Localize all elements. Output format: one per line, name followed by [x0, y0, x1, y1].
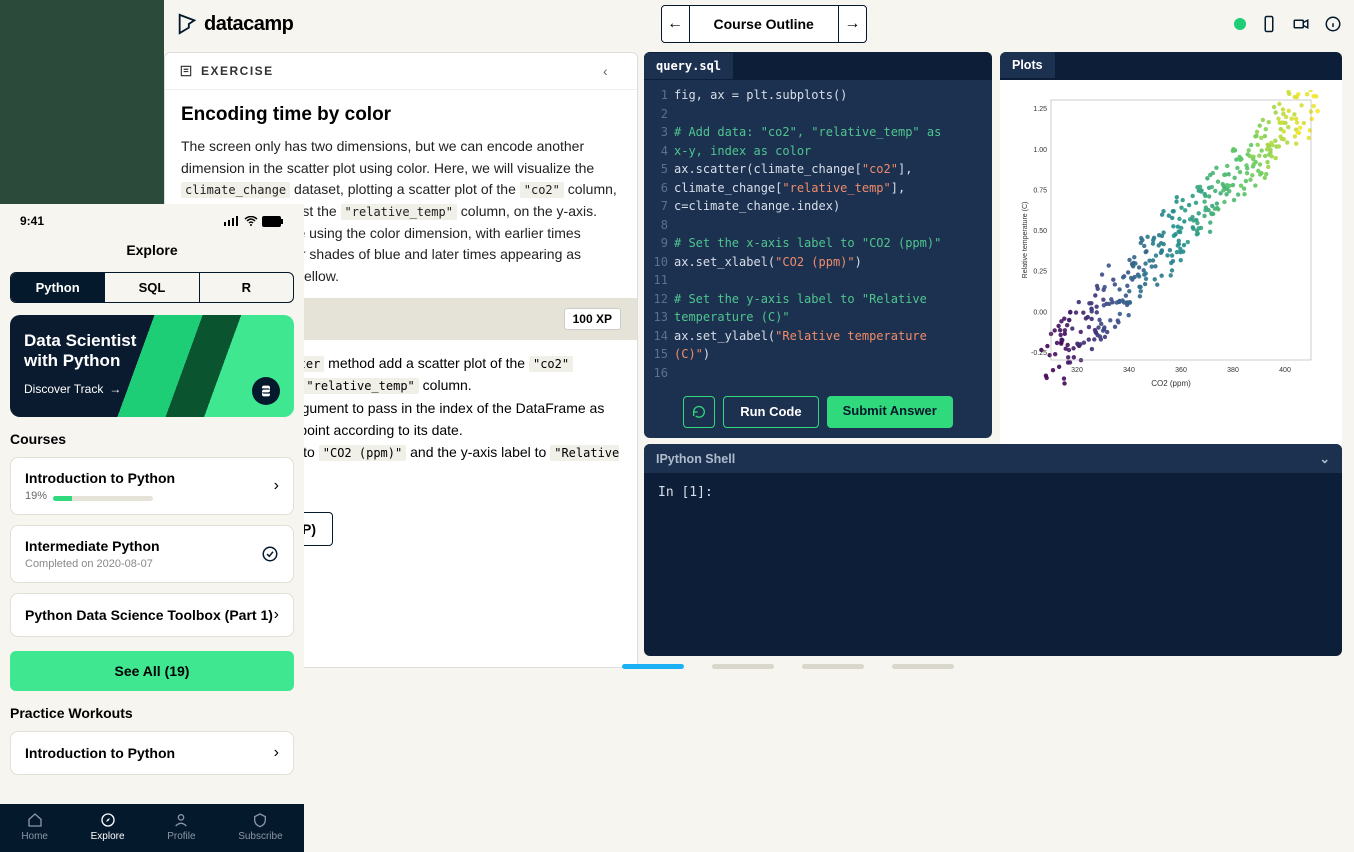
- topbar: datacamp ← Course Outline →: [164, 0, 1354, 48]
- course-card[interactable]: Introduction to Python19%›: [10, 457, 294, 515]
- shell-header: IPython Shell ⌄: [644, 444, 1342, 473]
- logo-icon: [176, 13, 198, 35]
- logo-text: datacamp: [204, 13, 293, 36]
- svg-text:-0.25: -0.25: [1031, 350, 1047, 357]
- run-code-button[interactable]: Run Code: [723, 396, 818, 428]
- shell-prompt: In [1]:: [658, 485, 713, 500]
- course-card[interactable]: Python Data Science Toolbox (Part 1)›: [10, 593, 294, 637]
- course-outline-button[interactable]: Course Outline: [690, 16, 838, 32]
- progress-pills: [622, 664, 954, 669]
- editor-buttons: Run Code Submit Answer: [644, 386, 992, 438]
- svg-text:0.25: 0.25: [1033, 269, 1047, 276]
- exercise-icon: [179, 64, 193, 78]
- python-icon: [252, 377, 280, 405]
- shell-title: IPython Shell: [656, 452, 735, 466]
- segment-sql[interactable]: SQL: [104, 273, 198, 302]
- status-icons: [224, 216, 284, 227]
- line-gutter: 12345678910111213141516: [644, 86, 674, 386]
- nav-subscribe[interactable]: Subscribe: [238, 812, 282, 842]
- shell-body[interactable]: In [1]:: [644, 473, 1342, 512]
- code-lines[interactable]: fig, ax = plt.subplots() # Add data: "co…: [674, 86, 992, 386]
- svg-text:1.25: 1.25: [1033, 106, 1047, 113]
- submit-answer-button[interactable]: Submit Answer: [827, 396, 953, 428]
- svg-text:0.75: 0.75: [1033, 187, 1047, 194]
- editor-tabbar: query.sql: [644, 52, 992, 80]
- reset-icon: [691, 404, 707, 420]
- video-icon[interactable]: [1292, 15, 1310, 33]
- scatter-plot: CO2 (ppm) Relative temperature (C) 320 34…: [1021, 90, 1321, 390]
- code-editor-panel: query.sql 12345678910111213141516 fig, a…: [644, 52, 992, 438]
- pill[interactable]: [622, 664, 684, 669]
- nav-home[interactable]: Home: [21, 812, 48, 842]
- wifi-icon: [244, 216, 258, 226]
- segment-r[interactable]: R: [199, 273, 293, 302]
- ylabel: Relative temperature (C): [1022, 202, 1029, 279]
- course-outline-nav: ← Course Outline →: [661, 5, 867, 43]
- promo-cta[interactable]: Discover Track →: [24, 382, 121, 396]
- checkmark-icon: [261, 545, 279, 563]
- courses-heading: Courses: [10, 431, 294, 447]
- exercise-header: EXERCISE ‹: [165, 53, 637, 90]
- see-all-button[interactable]: See All (19): [10, 651, 294, 691]
- svg-text:360: 360: [1175, 367, 1187, 374]
- pill[interactable]: [712, 664, 774, 669]
- exercise-title: Encoding time by color: [181, 104, 621, 126]
- chevron-right-icon: ›: [274, 606, 279, 624]
- datacamp-logo[interactable]: datacamp: [176, 13, 293, 36]
- shell-panel: IPython Shell ⌄ In [1]:: [644, 444, 1342, 656]
- nav-profile[interactable]: Profile: [167, 812, 195, 842]
- mobile-bottom-nav: Home Explore Profile Subscribe: [0, 804, 304, 852]
- svg-text:0.00: 0.00: [1033, 309, 1047, 316]
- svg-text:380: 380: [1227, 367, 1239, 374]
- plots-tab[interactable]: Plots: [1000, 52, 1055, 78]
- status-time: 9:41: [20, 214, 44, 228]
- practice-card[interactable]: Introduction to Python›: [10, 731, 294, 775]
- collapse-button[interactable]: ‹: [603, 63, 623, 79]
- mobile-explore-overlay: 9:41 Explore Python SQL R Data Scientist…: [0, 204, 304, 852]
- status-online-icon: [1234, 18, 1246, 30]
- mobile-status-bar: 9:41: [0, 204, 304, 232]
- svg-text:1.00: 1.00: [1033, 147, 1047, 154]
- reset-button[interactable]: [683, 396, 715, 428]
- segment-python[interactable]: Python: [11, 273, 104, 302]
- xlabel: CO2 (ppm): [1151, 379, 1191, 388]
- pill[interactable]: [802, 664, 864, 669]
- svg-text:320: 320: [1071, 367, 1083, 374]
- shell-chevron-icon[interactable]: ⌄: [1320, 451, 1330, 466]
- mobile-title: Explore: [0, 232, 304, 272]
- xp-badge: 100 XP: [564, 308, 621, 330]
- plots-panel: Plots CO2 (ppm) Relative temperature (C)…: [1000, 52, 1342, 448]
- practice-heading: Practice Workouts: [10, 705, 294, 721]
- course-card[interactable]: Intermediate PythonCompleted on 2020-08-…: [10, 525, 294, 583]
- exercise-label: EXERCISE: [179, 64, 274, 78]
- file-tab[interactable]: query.sql: [644, 53, 733, 79]
- promo-card[interactable]: Data Scientistwith Python Discover Track…: [10, 315, 294, 417]
- next-arrow-button[interactable]: →: [838, 6, 866, 42]
- svg-text:400: 400: [1279, 367, 1291, 374]
- language-segment: Python SQL R: [10, 272, 294, 303]
- prev-arrow-button[interactable]: ←: [662, 6, 690, 42]
- svg-text:340: 340: [1123, 367, 1135, 374]
- plot-body: CO2 (ppm) Relative temperature (C) 320 34…: [1000, 90, 1342, 448]
- code-area[interactable]: 12345678910111213141516 fig, ax = plt.su…: [644, 80, 992, 386]
- signal-icon: [224, 216, 240, 226]
- battery-icon: [262, 216, 284, 227]
- chevron-right-icon: ›: [274, 744, 279, 762]
- svg-text:0.50: 0.50: [1033, 228, 1047, 235]
- nav-explore[interactable]: Explore: [91, 812, 125, 842]
- promo-title: Data Scientistwith Python: [24, 331, 280, 372]
- chevron-right-icon: ›: [274, 477, 279, 495]
- info-icon[interactable]: [1324, 15, 1342, 33]
- plots-tabbar: Plots: [1000, 52, 1342, 80]
- topbar-icons: [1234, 15, 1342, 33]
- pill[interactable]: [892, 664, 954, 669]
- mobile-icon[interactable]: [1260, 15, 1278, 33]
